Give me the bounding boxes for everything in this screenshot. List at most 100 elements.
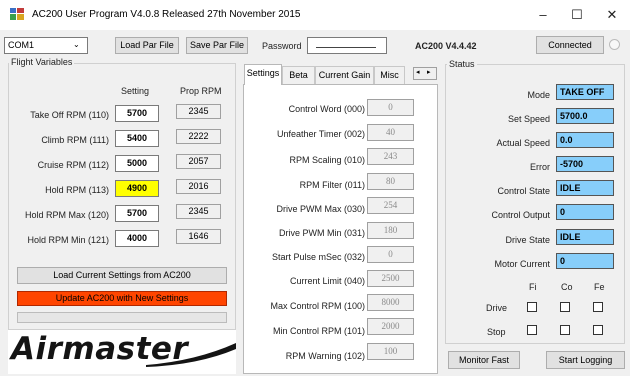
control-state-value: IDLE — [556, 180, 614, 196]
climb-rpm-input[interactable]: 5400 — [115, 130, 159, 147]
stop-co-checkbox[interactable] — [560, 325, 570, 335]
hold-max-prop-rpm: 2345 — [176, 204, 221, 219]
unfeather-timer-label: Unfeather Timer (002) — [276, 129, 365, 139]
window-title: AC200 User Program V4.0.8 Released 27th … — [32, 9, 301, 20]
rpm-warning-value[interactable]: 100 — [367, 343, 414, 360]
takeoff-rpm-label: Take Off RPM (110) — [30, 110, 109, 120]
hold-rpm-min-label: Hold RPM Min (121) — [27, 235, 109, 245]
rpm-filter-label: RPM Filter (011) — [299, 180, 365, 190]
drive-state-label: Drive State — [505, 235, 550, 245]
drive-pwm-min-label: Drive PWM Min (031) — [278, 228, 365, 238]
flight-variables-title: Flight Variables — [9, 57, 75, 67]
climb-prop-rpm: 2222 — [176, 129, 221, 144]
start-pulse-label: Start Pulse mSec (032) — [271, 252, 365, 262]
min-control-rpm-label: Min Control RPM (101) — [272, 326, 365, 336]
hold-prop-rpm: 2016 — [176, 179, 221, 194]
drive-pwm-min-value[interactable]: 180 — [367, 222, 414, 239]
password-label: Password — [262, 41, 302, 51]
control-output-value: 0 — [556, 204, 614, 220]
logo-swoosh — [146, 343, 236, 367]
mode-value: TAKE OFF — [556, 84, 614, 100]
actual-speed-value: 0.0 — [556, 132, 614, 148]
progress-bar — [17, 312, 227, 323]
stop-fi-checkbox[interactable] — [527, 325, 537, 335]
error-value: -5700 — [556, 156, 614, 172]
control-word-value[interactable]: 0 — [367, 99, 414, 116]
fe-header: Fe — [594, 282, 605, 292]
maximize-icon[interactable]: ☐ — [566, 4, 588, 26]
takeoff-rpm-input[interactable]: 5700 — [115, 105, 159, 122]
control-word-label: Control Word (000) — [288, 104, 365, 114]
tab-misc[interactable]: Misc — [374, 66, 405, 84]
minimize-icon[interactable]: – — [532, 4, 554, 26]
mode-label: Mode — [527, 90, 550, 100]
drive-pwm-max-value[interactable]: 254 — [367, 197, 414, 214]
drive-label: Drive — [486, 303, 508, 313]
co-header: Co — [561, 282, 573, 292]
drive-fi-checkbox[interactable] — [527, 302, 537, 312]
start-pulse-value[interactable]: 0 — [367, 246, 414, 263]
firmware-version: AC200 V4.4.42 — [415, 41, 477, 51]
chevron-down-icon: ⌄ — [73, 40, 80, 49]
hold-rpm-input[interactable]: 4900 — [115, 180, 159, 197]
control-output-label: Control Output — [491, 210, 550, 220]
current-limit-value[interactable]: 2500 — [367, 270, 414, 287]
hold-rpm-min-input[interactable]: 4000 — [115, 230, 159, 247]
connected-button[interactable]: Connected — [536, 36, 604, 54]
cruise-rpm-input[interactable]: 5000 — [115, 155, 159, 172]
password-field[interactable] — [307, 37, 387, 54]
chevron-left-icon[interactable]: ◂ — [416, 68, 420, 76]
cruise-rpm-label: Cruise RPM (112) — [37, 160, 109, 170]
setting-header: Setting — [121, 86, 150, 96]
stop-fe-checkbox[interactable] — [593, 325, 603, 335]
motor-current-value: 0 — [556, 253, 614, 269]
rpm-scaling-value[interactable]: 243 — [367, 148, 414, 165]
airmaster-logo: Airmaster — [8, 330, 236, 374]
status-title: Status — [447, 59, 477, 69]
control-state-label: Control State — [497, 186, 550, 196]
load-par-file-button[interactable]: Load Par File — [115, 37, 179, 54]
save-par-file-button[interactable]: Save Par File — [186, 37, 248, 54]
actual-speed-label: Actual Speed — [496, 138, 550, 148]
chevron-right-icon[interactable]: ▸ — [427, 68, 431, 76]
connection-led — [609, 39, 620, 50]
cruise-prop-rpm: 2057 — [176, 154, 221, 169]
tab-beta[interactable]: Beta — [282, 66, 315, 84]
tab-current-gain[interactable]: Current Gain — [315, 66, 374, 84]
takeoff-prop-rpm: 2345 — [176, 104, 221, 119]
set-speed-value: 5700.0 — [556, 108, 614, 124]
prop-rpm-header: Prop RPM — [180, 86, 222, 96]
rpm-warning-label: RPM Warning (102) — [285, 351, 365, 361]
monitor-fast-button[interactable]: Monitor Fast — [448, 351, 520, 369]
drive-fe-checkbox[interactable] — [593, 302, 603, 312]
current-limit-label: Current Limit (040) — [289, 276, 365, 286]
password-mask — [316, 47, 376, 48]
start-logging-button[interactable]: Start Logging — [546, 351, 625, 369]
app-icon — [10, 8, 24, 20]
set-speed-label: Set Speed — [507, 114, 550, 124]
fi-header: Fi — [529, 282, 537, 292]
hold-rpm-label: Hold RPM (113) — [45, 185, 109, 195]
load-current-settings-button[interactable]: Load Current Settings from AC200 — [17, 267, 227, 284]
max-control-rpm-label: Max Control RPM (100) — [270, 301, 365, 311]
error-label: Error — [530, 162, 550, 172]
com-port-select[interactable]: COM1 ⌄ — [4, 37, 88, 54]
drive-pwm-max-label: Drive PWM Max (030) — [276, 204, 365, 214]
tab-scroll[interactable]: ◂ ▸ — [413, 67, 437, 80]
max-control-rpm-value[interactable]: 8000 — [367, 294, 414, 311]
rpm-filter-value[interactable]: 80 — [367, 173, 414, 190]
climb-rpm-label: Climb RPM (111) — [41, 135, 109, 145]
close-icon[interactable]: ✕ — [601, 4, 623, 26]
update-ac200-button[interactable]: Update AC200 with New Settings — [17, 291, 227, 306]
min-control-rpm-value[interactable]: 2000 — [367, 318, 414, 335]
stop-label: Stop — [487, 327, 506, 337]
unfeather-timer-value[interactable]: 40 — [367, 124, 414, 141]
drive-state-value: IDLE — [556, 229, 614, 245]
drive-co-checkbox[interactable] — [560, 302, 570, 312]
tab-settings[interactable]: Settings — [244, 64, 282, 85]
hold-rpm-max-input[interactable]: 5700 — [115, 205, 159, 222]
title-bar: AC200 User Program V4.0.8 Released 27th … — [0, 0, 630, 30]
motor-current-label: Motor Current — [494, 259, 550, 269]
rpm-scaling-label: RPM Scaling (010) — [289, 155, 365, 165]
hold-min-prop-rpm: 1646 — [176, 229, 221, 244]
